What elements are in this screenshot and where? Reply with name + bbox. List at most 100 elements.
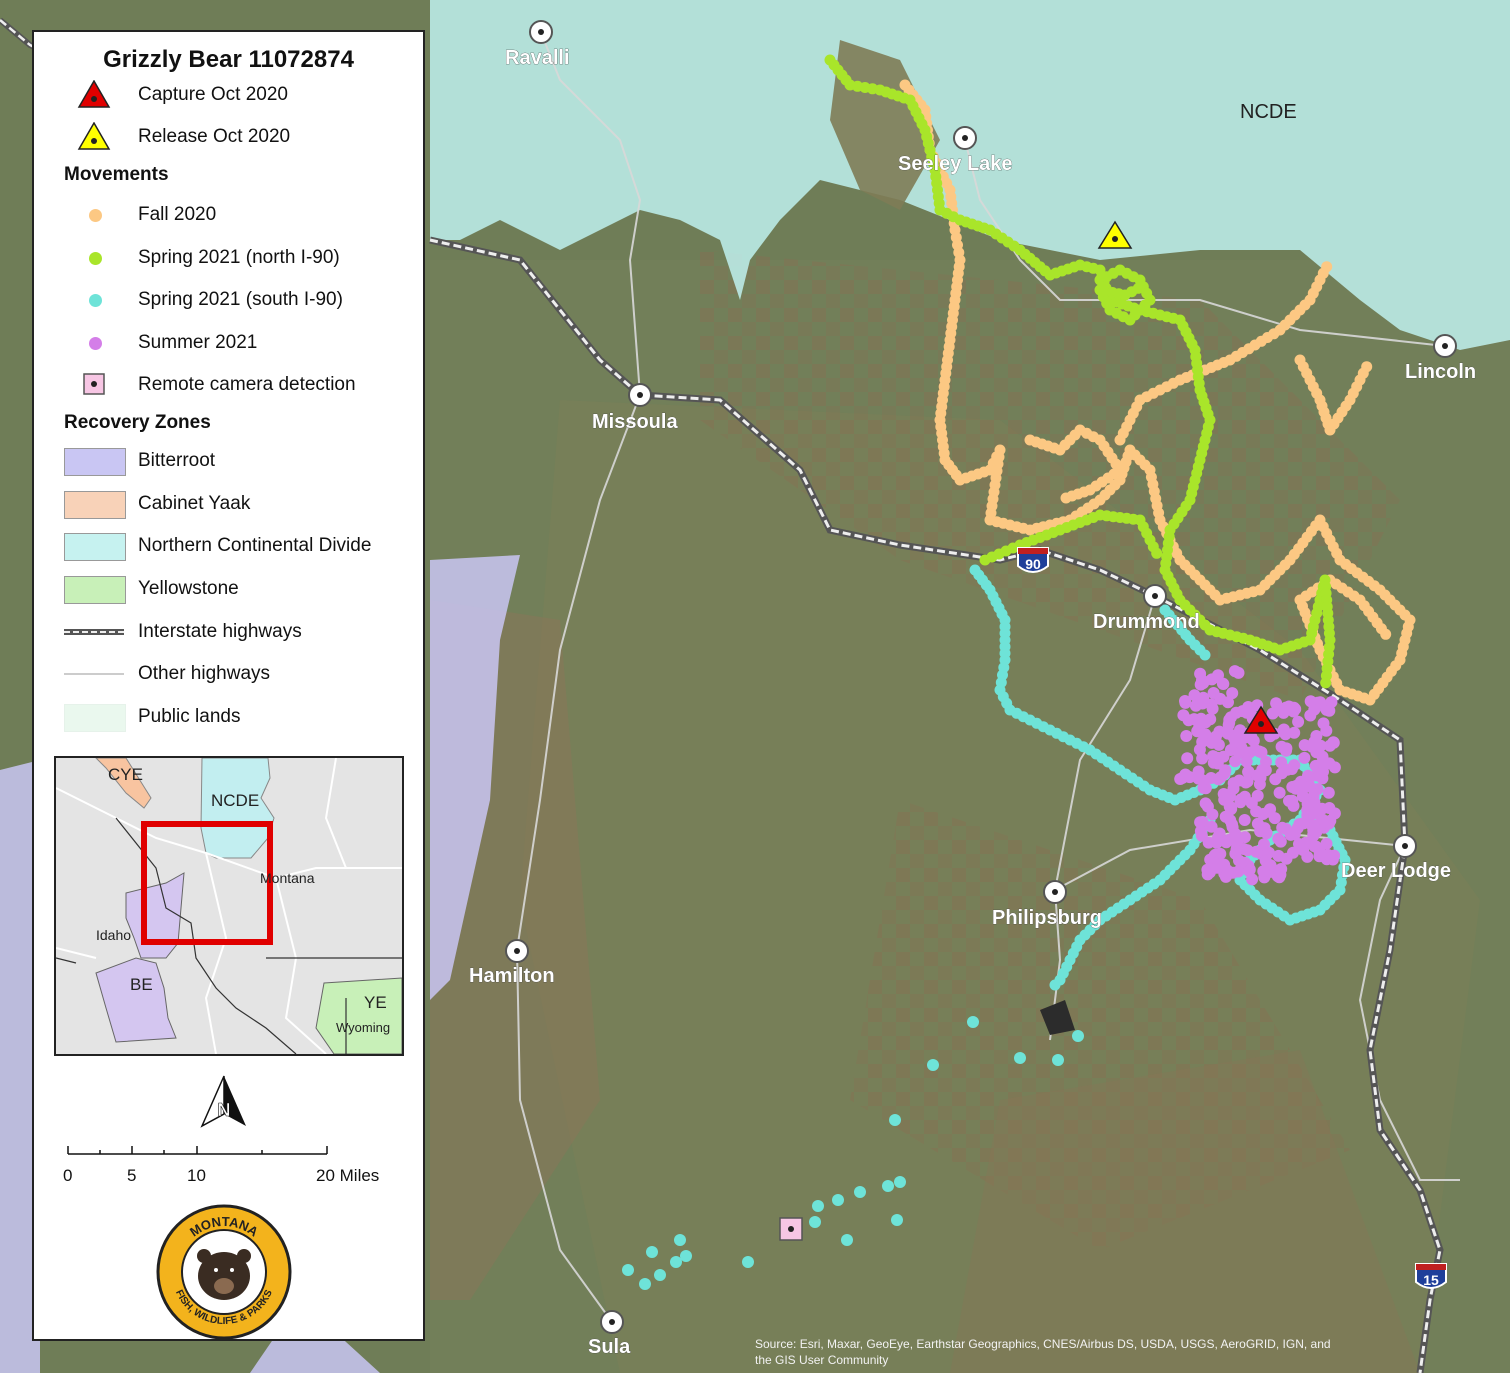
track-point [1320,677,1332,689]
track-point [1327,736,1340,749]
track-point [1228,665,1241,678]
track-point [1014,1052,1026,1064]
track-point [1207,687,1220,699]
track-point [1308,807,1321,820]
inset-label-ncde: NCDE [211,791,259,810]
track-point [646,1246,658,1258]
legend-summer-label: Summer 2021 [138,332,258,353]
track-point [841,1234,853,1246]
legend-public-lands-label: Public lands [138,706,241,727]
track-point [1317,765,1329,778]
track-point [1211,757,1224,770]
city-label-ravalli: Ravalli [505,47,569,69]
release-triangle-icon [77,122,111,150]
city-label-deer-lodge: Deer Lodge [1341,860,1451,882]
track-point [1308,796,1321,809]
bitterroot-swatch [64,448,126,476]
track-point [1193,743,1206,756]
track-point [1224,790,1236,803]
track-point [680,1250,692,1262]
city-hamilton [505,939,529,963]
track-point [882,1180,894,1192]
legend-spring-south: Spring 2021 (south I-90) [34,285,423,315]
track-point [1226,818,1238,831]
track-point [1224,744,1237,756]
track-point [639,1278,651,1290]
track-point [1180,730,1193,742]
interstate-line-icon [64,629,124,635]
track-point [1194,816,1207,829]
track-point [1177,709,1190,722]
scale-bar-graphic [67,1146,328,1155]
track-point [967,1016,979,1028]
track-point [1310,730,1323,742]
legend-fall-label: Fall 2020 [138,204,217,225]
track-point [1273,786,1286,799]
spring-south-dot-icon [89,294,102,307]
legend-other-hwy-label: Other highways [138,663,271,684]
i15-label: 15 [1423,1272,1439,1288]
legend-bitterroot: Bitterroot [34,446,423,476]
legend-ncd-label: Northern Continental Divide [138,535,372,556]
track-point [1205,820,1218,833]
map-figure: NCDE Ravalli Seeley Lake Missoula Lincol… [0,0,1510,1373]
yellowstone-swatch [64,576,126,604]
camera-detection-marker [779,1217,803,1241]
i90-shield: 90 [1017,547,1049,573]
track-point [1205,736,1218,749]
track-point [742,1256,754,1268]
inset-svg: CYE NCDE Montana Idaho BE YE Wyoming [56,758,402,1054]
legend-summer: Summer 2021 [34,328,423,358]
track-point [1060,492,1072,504]
track-point [622,1264,634,1276]
other-highway-line-icon [64,673,124,675]
track-point [1255,746,1268,759]
inset-label-montana: Montana [260,870,315,886]
i90-label: 90 [1025,556,1041,572]
track-point [1179,695,1191,707]
track-point [1229,847,1242,860]
city-seeley-lake [953,126,977,150]
scale-tick-0: 0 [63,1166,73,1185]
track-point [1222,696,1234,709]
attribution-line2: the GIS User Community [755,1353,888,1367]
ncd-swatch [64,533,126,561]
fall-dot-icon [89,209,102,222]
track-point [1181,752,1194,765]
track-point [1072,1030,1084,1042]
city-drummond [1143,584,1167,608]
track-point [1222,719,1235,731]
legend-spring-south-label: Spring 2021 (south I-90) [138,289,343,310]
cabinet-swatch [64,491,126,519]
track-point [1230,706,1243,719]
track-point [1302,769,1314,782]
legend-bitterroot-label: Bitterroot [138,450,216,471]
track-point [1321,261,1333,273]
legend-yellowstone-label: Yellowstone [138,578,239,599]
city-label-hamilton: Hamilton [469,965,555,987]
track-point [1238,814,1251,826]
legend-release: Release Oct 2020 [34,122,423,152]
summer-dot-icon [89,337,102,350]
legend-release-label: Release Oct 2020 [138,126,291,147]
scale-tick-10: 10 [187,1166,206,1185]
track-point [1280,744,1292,757]
city-sula [600,1310,624,1334]
legend-fall: Fall 2020 [34,200,423,230]
scale-tick-5: 5 [127,1166,137,1185]
legend-interstate: Interstate highways [34,617,423,647]
track-point [1298,751,1311,764]
city-lincoln [1433,334,1457,358]
attribution-line1: Source: Esri, Maxar, GeoEye, Earthstar G… [755,1337,1331,1351]
track-point [1293,818,1306,831]
track-point [1199,649,1211,661]
legend-other-hwy: Other highways [34,659,423,689]
capture-triangle-icon [77,80,111,108]
legend-spring-north: Spring 2021 (north I-90) [34,243,423,273]
legend-ncd: Northern Continental Divide [34,531,423,561]
track-point [1323,704,1336,717]
track-point [1298,781,1311,794]
city-label-philipsburg: Philipsburg [992,907,1102,929]
track-point [1240,706,1253,719]
track-point [1211,671,1224,684]
